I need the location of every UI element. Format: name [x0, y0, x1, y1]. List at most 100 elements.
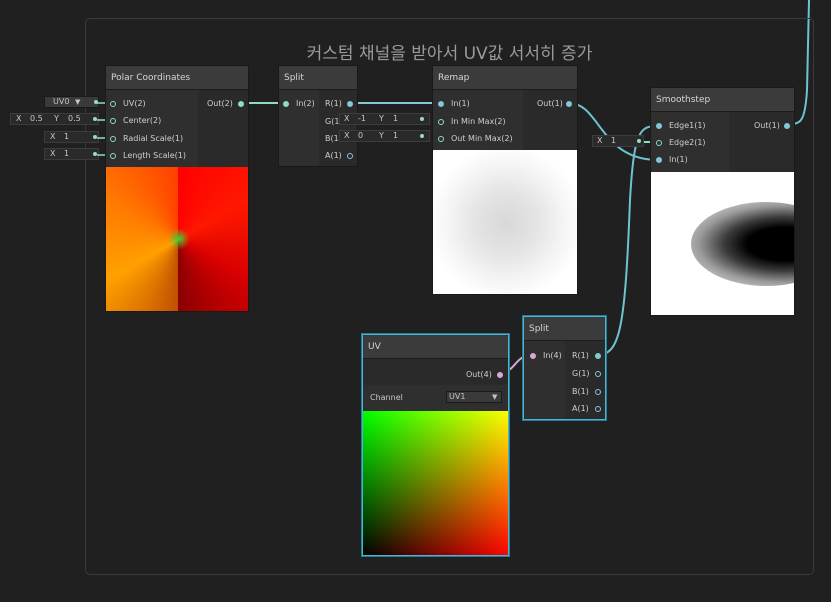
out-min-max-field: X 0 Y 1: [339, 130, 430, 144]
port-circle-icon: [595, 371, 601, 377]
length-scale-field: X 1: [44, 148, 99, 162]
input-in-label: In(1): [669, 155, 688, 164]
output-port-out[interactable]: Out(1): [537, 97, 572, 111]
output-a-label: A(1): [325, 151, 342, 160]
node-title[interactable]: Smoothstep: [651, 88, 794, 112]
port-circle-icon: [110, 101, 116, 107]
input-port-in[interactable]: In(4): [530, 349, 562, 363]
radial-scale-input[interactable]: 1: [64, 131, 69, 143]
node-title[interactable]: Split: [524, 317, 605, 341]
radial-scale-field: X 1: [44, 131, 99, 145]
input-port-in-min-max[interactable]: In Min Max(2): [438, 115, 506, 129]
center-y-input[interactable]: 0.5: [68, 113, 81, 125]
outmin-x-input[interactable]: 0: [358, 130, 363, 142]
port-circle-icon: [438, 119, 444, 125]
input-port-out-min-max[interactable]: Out Min Max(2): [438, 132, 513, 146]
node-title[interactable]: UV: [363, 335, 508, 359]
output-port-label: Out(1): [754, 121, 780, 130]
port-circle-icon: [283, 101, 289, 107]
output-port-b[interactable]: B(1): [572, 385, 601, 399]
port-circle-icon: [110, 118, 116, 124]
in-min-max-field: X -1 Y 1: [339, 113, 430, 127]
smoothstep-node[interactable]: Smoothstep Edge1(1) Edge2(1) In(1) Out(1…: [650, 87, 795, 316]
port-circle-icon: [656, 157, 662, 163]
output-port-out[interactable]: Out(4): [466, 368, 503, 382]
length-x-label: X: [50, 149, 56, 158]
node-title[interactable]: Polar Coordinates: [106, 66, 248, 90]
chevron-down-icon: ▼: [75, 98, 81, 106]
channel-label: Channel: [370, 393, 403, 402]
input-port-uv[interactable]: UV(2): [110, 97, 146, 111]
output-port-label: Out(2): [207, 99, 233, 108]
input-port-in[interactable]: In(1): [656, 153, 688, 167]
output-port-b[interactable]: B(1: [325, 132, 339, 146]
output-port-a[interactable]: A(1): [572, 402, 601, 416]
node-title[interactable]: Split: [279, 66, 357, 90]
port-circle-icon: [566, 101, 572, 107]
input-port-radial-scale[interactable]: Radial Scale(1): [110, 132, 183, 146]
input-port-uv-label: UV(2): [123, 99, 146, 108]
center-x-input[interactable]: 0.5: [30, 113, 43, 125]
output-port-out[interactable]: Out(2): [207, 97, 244, 111]
input-inminmax-label: In Min Max(2): [451, 117, 506, 126]
port-circle-icon: [530, 353, 536, 359]
port-connector-icon: [420, 117, 424, 121]
port-circle-icon: [595, 389, 601, 395]
output-port-a[interactable]: A(1): [325, 149, 353, 163]
preview-image: [651, 172, 794, 315]
port-circle-icon: [110, 153, 116, 159]
edge2-x-label: X: [597, 136, 603, 145]
remap-node[interactable]: Remap In(1) In Min Max(2) Out Min Max(2)…: [432, 65, 578, 295]
length-scale-input[interactable]: 1: [64, 148, 69, 160]
output-b-label: B(1: [325, 134, 339, 143]
output-port-label: Out(4): [466, 370, 492, 379]
preview-center-glow: [168, 228, 190, 250]
input-port-edge1[interactable]: Edge1(1): [656, 119, 706, 133]
output-port-out[interactable]: Out(1): [754, 119, 790, 133]
split-node-2[interactable]: Split In(4) R(1) G(1) B(1) A(1): [523, 316, 606, 420]
port-circle-icon: [784, 123, 790, 129]
port-circle-icon: [656, 123, 662, 129]
polar-coordinates-node[interactable]: Polar Coordinates UV(2) Center(2) Radial…: [105, 65, 249, 312]
output-port-r[interactable]: R(1): [572, 349, 601, 363]
output-port-r[interactable]: R(1): [325, 97, 353, 111]
output-port-label: Out(1): [537, 99, 563, 108]
polar-uv-dropdown[interactable]: UV0 ▼: [44, 96, 99, 108]
edge2-input[interactable]: 1: [611, 135, 616, 147]
port-circle-icon: [110, 136, 116, 142]
input-in-label: In(1): [451, 99, 470, 108]
chevron-down-icon: ▼: [492, 393, 498, 401]
output-a-label: A(1): [572, 404, 589, 413]
input-port-in[interactable]: In(1): [438, 97, 470, 111]
outmin-x-label: X: [344, 131, 350, 140]
input-port-center-label: Center(2): [123, 116, 162, 125]
channel-dropdown-value: UV1: [449, 392, 466, 401]
output-port-g[interactable]: G(1: [325, 115, 339, 129]
port-circle-icon: [595, 353, 601, 359]
inmin-x-input[interactable]: -1: [358, 113, 366, 125]
port-circle-icon: [656, 140, 662, 146]
inmin-y-input[interactable]: 1: [393, 113, 398, 125]
input-port-length-scale[interactable]: Length Scale(1): [110, 149, 186, 163]
input-edge2-label: Edge2(1): [669, 138, 706, 147]
output-r-label: R(1): [325, 99, 342, 108]
outmin-y-input[interactable]: 1: [393, 130, 398, 142]
port-connector-icon: [637, 139, 641, 143]
group-title[interactable]: 커스텀 채널을 받아서 UV값 서서히 증가: [86, 39, 813, 64]
channel-dropdown[interactable]: UV1 ▼: [446, 391, 502, 403]
output-g-label: G(1: [325, 117, 340, 126]
input-port-in[interactable]: In(2): [283, 97, 315, 111]
preview-image: [433, 150, 577, 294]
outmin-y-label: Y: [379, 131, 384, 140]
input-port-center[interactable]: Center(2): [110, 114, 161, 128]
input-port-length-label: Length Scale(1): [123, 151, 186, 160]
uv-node[interactable]: UV Out(4) Channel UV1 ▼: [362, 334, 509, 556]
center-x-label: X: [16, 114, 22, 123]
port-circle-icon: [347, 101, 353, 107]
radial-x-label: X: [50, 132, 56, 141]
output-port-g[interactable]: G(1): [572, 367, 601, 381]
output-b-label: B(1): [572, 387, 589, 396]
node-title[interactable]: Remap: [433, 66, 577, 90]
input-port-edge2[interactable]: Edge2(1): [656, 136, 706, 150]
preview-image: [363, 411, 508, 555]
